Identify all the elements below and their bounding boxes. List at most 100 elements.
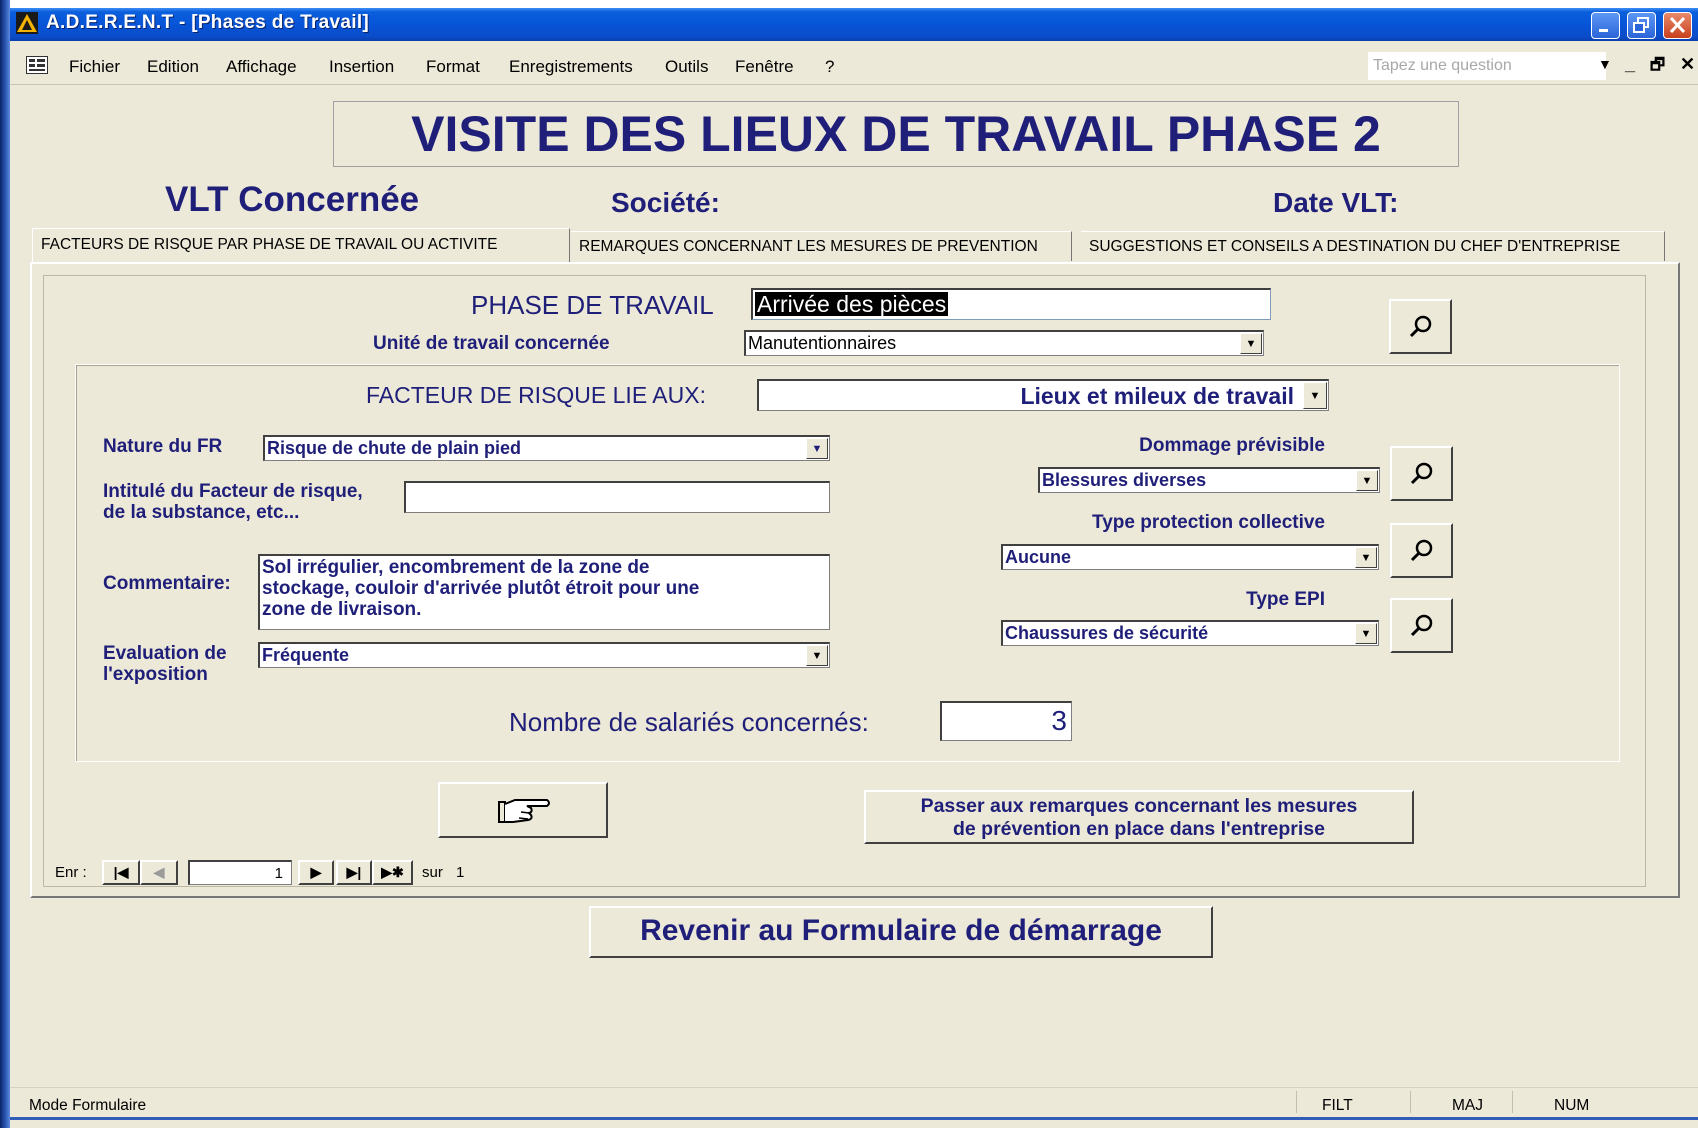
menu-edition[interactable]: Edition (147, 57, 199, 77)
magnifier-icon (1410, 462, 1432, 485)
eval-select[interactable]: Fréquente ▼ (258, 642, 830, 668)
minimize-button[interactable] (1591, 12, 1620, 39)
nature-select[interactable]: Risque de chute de plain pied ▼ (263, 435, 830, 461)
question-dropdown-icon[interactable]: ▼ (1598, 56, 1612, 72)
close-icon (1669, 16, 1686, 34)
tab-facteurs-de-risque[interactable]: FACTEURS DE RISQUE PAR PHASE DE TRAVAIL … (32, 228, 570, 262)
question-input[interactable]: Tapez une question (1368, 52, 1606, 80)
magnifier-icon (1409, 315, 1431, 338)
menu-help[interactable]: ? (825, 57, 834, 77)
mdi-minimize-icon[interactable]: _ (1625, 54, 1635, 75)
mdi-restore-icon[interactable]: 🗗 (1650, 54, 1665, 81)
mdi-close-icon[interactable]: ✕ (1680, 54, 1695, 75)
intitule-label-line2: de la substance, etc... (103, 502, 300, 523)
status-bar (10, 1087, 1698, 1117)
dropdown-arrow-icon[interactable]: ▼ (806, 438, 828, 459)
restore-icon (1633, 17, 1649, 33)
next-record-icon: ▶ (310, 864, 322, 880)
record-label: Enr : (55, 864, 87, 881)
current-record-input[interactable]: 1 (188, 860, 292, 885)
dropdown-arrow-icon[interactable]: ▼ (1356, 470, 1378, 491)
menu-affichage[interactable]: Affichage (226, 57, 297, 77)
menu-fichier[interactable]: Fichier (69, 57, 120, 77)
record-total-label: sur (422, 864, 443, 881)
menu-enregistrements[interactable]: Enregistrements (509, 57, 633, 77)
intitule-input[interactable] (404, 481, 830, 513)
tab-remarques[interactable]: REMARQUES CONCERNANT LES MESURES DE PREV… (571, 231, 1072, 261)
facteur-select[interactable]: Lieux et mileux de travail ▼ (757, 379, 1329, 411)
lookup-phase-button[interactable] (1389, 299, 1452, 354)
dommage-label: Dommage prévisible (1139, 435, 1325, 456)
protection-collective-select[interactable]: Aucune ▼ (1001, 544, 1379, 570)
vlt-label: VLT Concernée (165, 180, 420, 219)
nb-salaries-input[interactable]: 3 (940, 701, 1072, 741)
next-record-button[interactable]: ▶ (298, 860, 334, 885)
first-record-button[interactable]: |◀ (102, 860, 140, 885)
eval-value: Fréquente (262, 645, 350, 665)
passer-remarques-button[interactable]: Passer aux remarques concernant les mesu… (864, 790, 1414, 844)
window-bottom-edge (10, 1117, 1698, 1120)
new-record-button[interactable]: ▶✱ (372, 860, 413, 885)
pointing-hand-icon (498, 799, 550, 823)
menu-fenetre[interactable]: Fenêtre (735, 57, 794, 77)
status-separator (1296, 1091, 1297, 1113)
dropdown-arrow-icon[interactable]: ▼ (1303, 382, 1327, 409)
unite-label: Unité de travail concernée (373, 333, 610, 354)
previous-record-button[interactable] (438, 782, 608, 838)
last-record-icon: ▶| (346, 864, 362, 880)
comment-line: Sol irrégulier, encombrement de la zone … (262, 557, 650, 578)
window-title: A.D.E.R.E.N.T - [Phases de Travail] (46, 12, 370, 33)
facteur-label: FACTEUR DE RISQUE LIE AUX: (366, 382, 706, 408)
magnifier-icon (1410, 539, 1432, 562)
form-view-icon[interactable] (26, 56, 48, 74)
intitule-label-line1: Intitulé du Facteur de risque, (103, 481, 363, 502)
status-filt: FILT (1322, 1097, 1353, 1114)
next-button-line2: de prévention en place dans l'entreprise (952, 818, 1325, 840)
restore-button[interactable] (1627, 12, 1656, 39)
intitule-label: Intitulé du Facteur de risque, de la sub… (103, 481, 363, 523)
form-title: VISITE DES LIEUX DE TRAVAIL PHASE 2 (333, 101, 1459, 167)
dropdown-arrow-icon[interactable]: ▼ (1355, 547, 1377, 568)
new-record-icon: ▶✱ (381, 864, 404, 880)
close-button[interactable] (1663, 12, 1692, 39)
unite-value: Manutentionnaires (748, 333, 897, 353)
eval-label-line1: Evaluation de (103, 643, 227, 664)
phase-value[interactable]: Arrivée des pièces (755, 292, 949, 316)
first-record-icon: |◀ (113, 864, 129, 880)
comment-textarea[interactable]: Sol irrégulier, encombrement de la zone … (258, 554, 830, 630)
back-to-start-button[interactable]: Revenir au Formulaire de démarrage (589, 906, 1213, 958)
nb-salaries-label: Nombre de salariés concernés: (509, 707, 869, 737)
last-record-button[interactable]: ▶| (336, 860, 372, 885)
lookup-epi-button[interactable] (1390, 598, 1453, 653)
epi-select[interactable]: Chaussures de sécurité ▼ (1001, 620, 1379, 646)
magnifier-icon (1410, 614, 1432, 637)
dommage-select[interactable]: Blessures diverses ▼ (1038, 467, 1380, 493)
phase-label: PHASE DE TRAVAIL (471, 290, 714, 320)
record-total: 1 (456, 864, 465, 881)
menu-format[interactable]: Format (426, 57, 480, 77)
menu-insertion[interactable]: Insertion (329, 57, 394, 77)
comment-line: stockage, couloir d'arrivée plutôt étroi… (262, 578, 700, 599)
minimize-icon (1599, 29, 1608, 32)
date-vlt-label: Date VLT: (1273, 187, 1399, 218)
dropdown-arrow-icon[interactable]: ▼ (1355, 623, 1377, 644)
dropdown-arrow-icon[interactable]: ▼ (1240, 333, 1262, 354)
protection-collective-label: Type protection collective (1092, 512, 1325, 533)
unite-select[interactable]: Manutentionnaires ▼ (744, 330, 1264, 356)
status-num: NUM (1554, 1097, 1590, 1114)
lookup-protection-button[interactable] (1390, 523, 1453, 578)
status-mode: Mode Formulaire (29, 1097, 147, 1114)
eval-label-line2: l'exposition (103, 664, 208, 685)
menu-outils[interactable]: Outils (665, 57, 708, 77)
status-separator (1512, 1091, 1513, 1113)
tab-suggestions[interactable]: SUGGESTIONS ET CONSEILS A DESTINATION DU… (1081, 231, 1665, 261)
eval-label: Evaluation de l'exposition (103, 643, 227, 685)
societe-label: Société: (611, 187, 720, 218)
dropdown-arrow-icon[interactable]: ▼ (806, 645, 828, 666)
nature-value: Risque de chute de plain pied (267, 438, 522, 458)
comment-line: zone de livraison. (262, 599, 422, 620)
form-icon (29, 59, 45, 71)
previous-record-nav-button[interactable]: ◀ (140, 860, 178, 885)
lookup-dommage-button[interactable] (1390, 446, 1453, 501)
protection-collective-value: Aucune (1005, 547, 1072, 567)
